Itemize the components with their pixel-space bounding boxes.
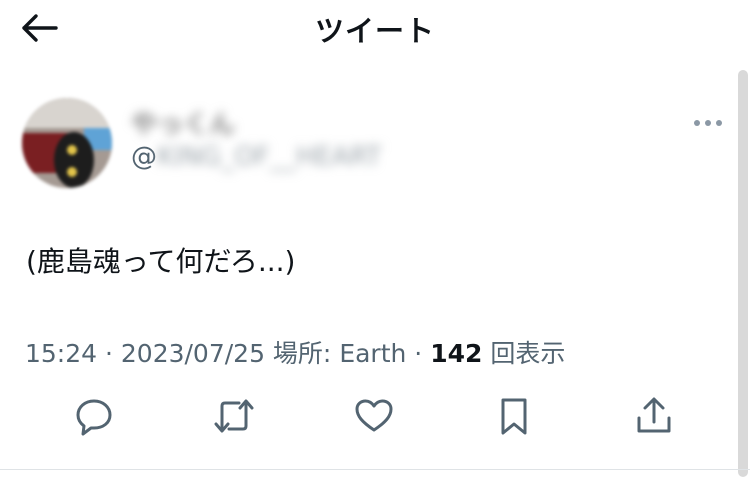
share-button[interactable] <box>632 392 676 440</box>
views-count: 142 <box>430 339 483 368</box>
location-label: 場所: <box>264 339 340 368</box>
reply-button[interactable] <box>72 392 116 440</box>
tweet-meta: 15:24 · 2023/07/25 場所: Earth · 142 回表示 <box>25 334 565 370</box>
tweet-date: 2023/07/25 <box>120 339 265 368</box>
author-display-name[interactable]: やっくん <box>131 104 235 141</box>
avatar[interactable] <box>22 98 112 188</box>
share-icon <box>637 397 671 433</box>
retweet-icon <box>214 399 254 433</box>
heart-icon <box>355 399 393 432</box>
divider <box>0 469 750 470</box>
meta-separator: · <box>97 339 121 368</box>
bookmark-button[interactable] <box>492 392 536 440</box>
meta-separator: · <box>406 339 431 368</box>
retweet-button[interactable] <box>212 392 256 440</box>
top-bar: ツイート <box>0 0 750 58</box>
more-options-button[interactable] <box>690 110 726 136</box>
tweet-text: (鹿島魂って何だろ...) <box>26 245 296 278</box>
location-value: Earth <box>339 339 407 368</box>
more-dots-icon <box>694 120 722 126</box>
author-handle[interactable]: @KING_OF__HEART <box>131 142 382 172</box>
tweet-time: 15:24 <box>25 339 98 368</box>
handle-blurred: KING_OF__HEART <box>157 142 382 172</box>
action-bar <box>0 392 750 444</box>
like-button[interactable] <box>352 392 396 440</box>
bookmark-icon <box>501 398 527 435</box>
handle-at: @ <box>131 142 157 172</box>
reply-icon <box>76 399 112 436</box>
page-title: ツイート <box>314 14 435 48</box>
views-label: 回表示 <box>482 339 566 368</box>
